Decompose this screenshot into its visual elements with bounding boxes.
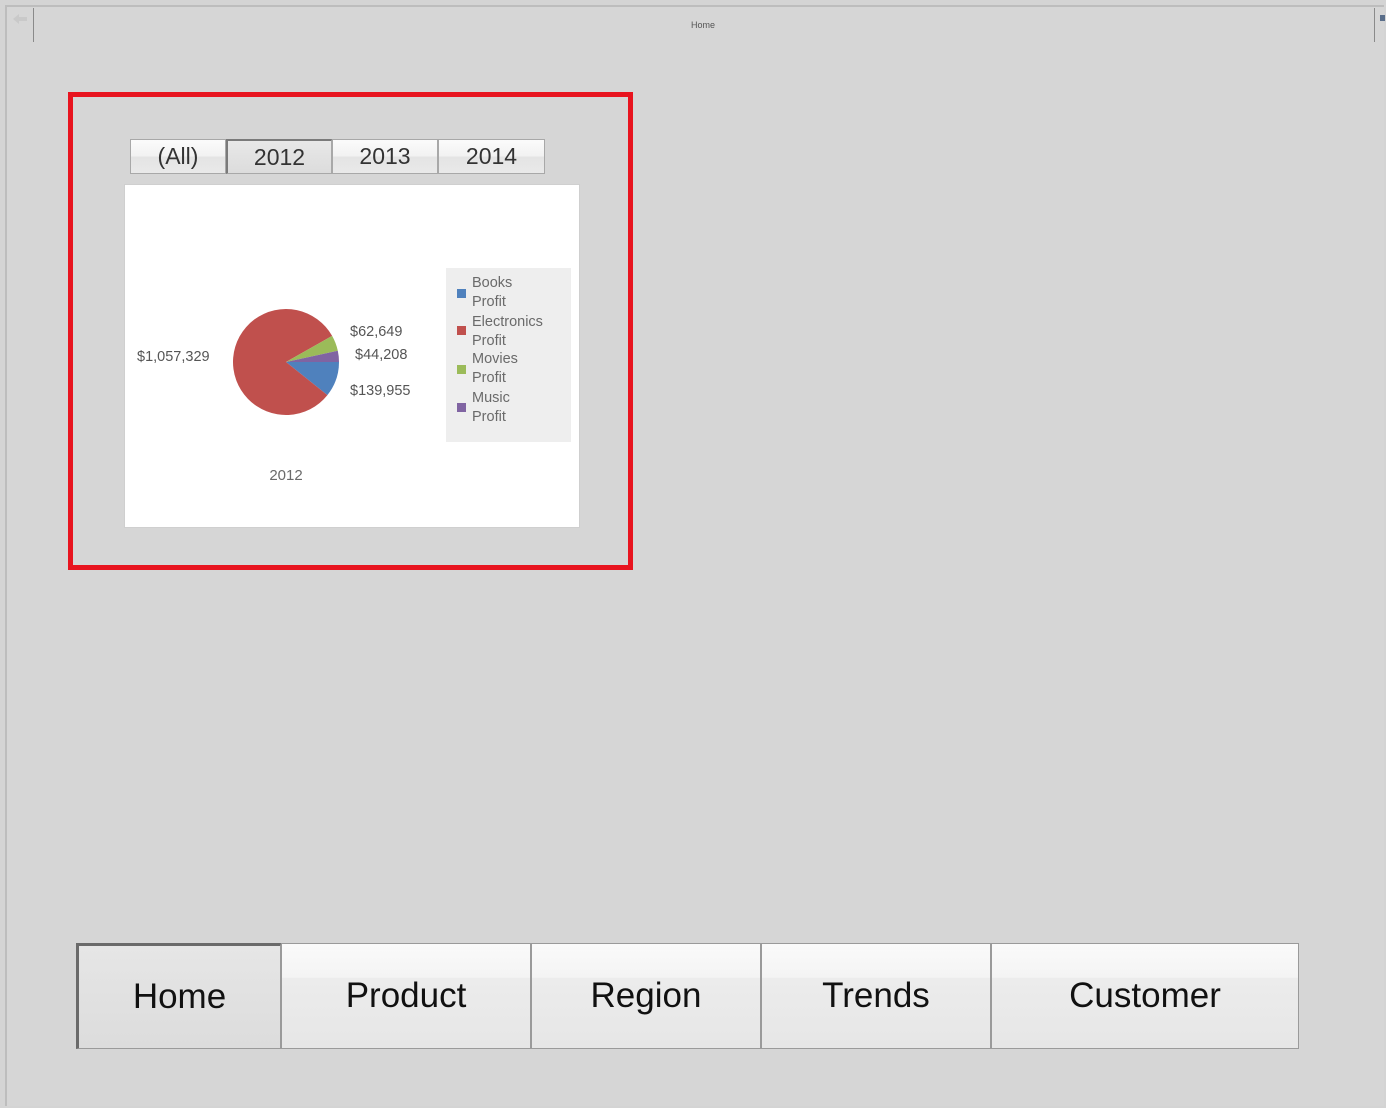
year-slicer: (All) 2012 2013 2014 — [130, 139, 545, 174]
legend-item-books: Books Profit — [446, 274, 571, 312]
slicer-item-2013[interactable]: 2013 — [332, 139, 438, 174]
data-label-movies: $62,649 — [350, 324, 403, 340]
legend-swatch-music — [457, 403, 466, 412]
chart-category-label: 2012 — [269, 467, 303, 484]
tab-home[interactable]: Home — [76, 943, 281, 1049]
data-label-books: $139,955 — [350, 383, 411, 399]
legend-item-movies: Movies Profit — [446, 350, 571, 388]
legend-label: Music — [472, 390, 510, 406]
legend-swatch-books — [457, 289, 466, 298]
bottom-tab-bar: Home Product Region Trends Customer — [76, 943, 1299, 1049]
page-title: Home — [690, 20, 715, 30]
legend-label: Electronics — [472, 314, 543, 330]
legend-item-electronics: Electronics Profit — [446, 313, 571, 351]
tab-region[interactable]: Region — [531, 943, 761, 1049]
data-label-electronics: $1,057,329 — [137, 349, 210, 365]
slicer-item-all[interactable]: (All) — [130, 139, 226, 174]
slicer-item-2014[interactable]: 2014 — [438, 139, 545, 174]
legend-item-music: Music Profit — [446, 389, 571, 427]
legend-label: Profit — [472, 333, 506, 349]
legend-label: Books — [472, 275, 513, 291]
legend-label: Profit — [472, 370, 506, 386]
legend-label: Movies — [472, 351, 518, 367]
tab-product[interactable]: Product — [281, 943, 531, 1049]
slicer-item-2012[interactable]: 2012 — [226, 139, 332, 174]
legend-label: Profit — [472, 409, 506, 425]
legend-swatch-electronics — [457, 326, 466, 335]
tab-customer[interactable]: Customer — [991, 943, 1299, 1049]
data-label-music: $44,208 — [355, 347, 408, 363]
legend-label: Profit — [472, 294, 506, 310]
legend-swatch-movies — [457, 365, 466, 374]
tab-trends[interactable]: Trends — [761, 943, 991, 1049]
